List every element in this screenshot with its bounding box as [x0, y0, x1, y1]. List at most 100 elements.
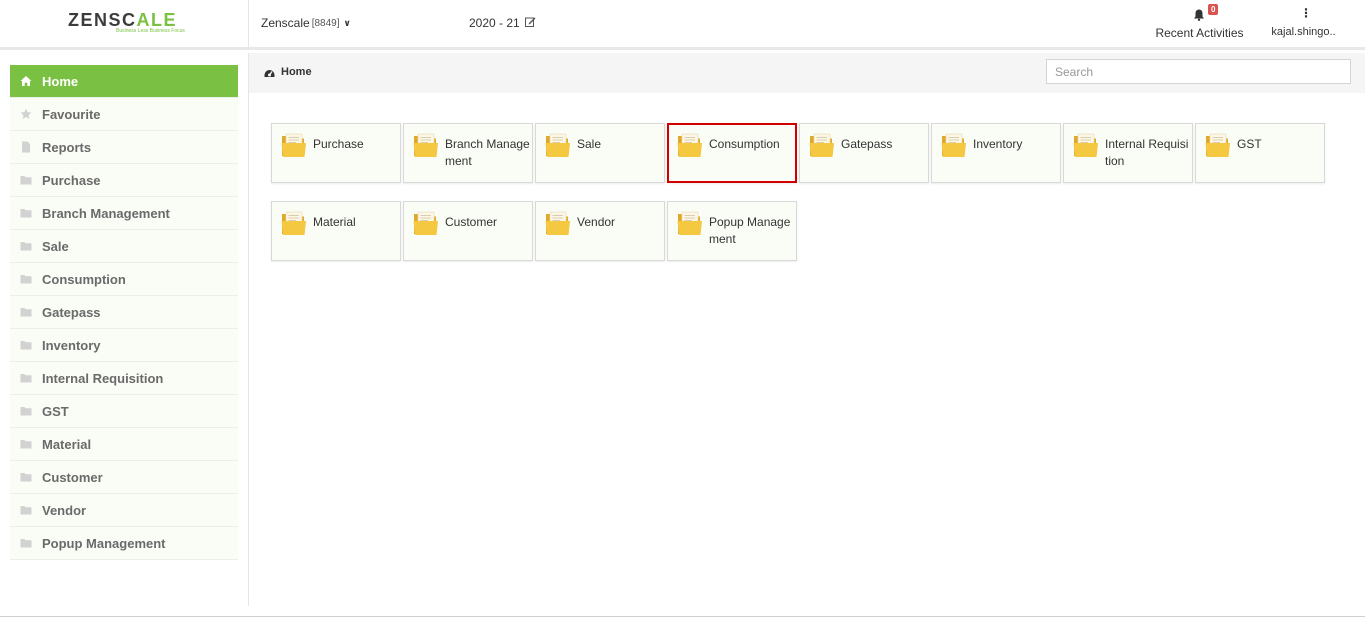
folder-icon — [20, 174, 32, 186]
breadcrumb-home: Home — [281, 66, 312, 78]
financial-year-label: 2020 - 21 — [469, 16, 520, 30]
sidebar-item-label: Gatepass — [42, 304, 101, 320]
tile-consumption[interactable]: Consumption — [667, 123, 797, 183]
tile-label: Branch Management — [445, 137, 530, 168]
sidebar-item-label: Vendor — [42, 502, 87, 518]
sidebar-item-vendor[interactable]: Vendor — [10, 494, 238, 527]
recent-activities-button[interactable]: 0 Recent Activities — [1152, 4, 1247, 44]
sidebar-item-gst[interactable]: GST — [10, 395, 238, 428]
chevron-down-icon: ∨ — [343, 17, 351, 28]
folder-icon — [20, 372, 32, 384]
bell-icon — [1194, 9, 1204, 21]
tile-internal-requisition[interactable]: Internal Requisition — [1063, 123, 1193, 183]
user-menu[interactable]: ⋮ kajal.shingo.. — [1266, 4, 1341, 44]
folder-icon — [941, 133, 967, 158]
tile-sale[interactable]: Sale — [535, 123, 665, 183]
tile-popup-management[interactable]: Popup Management — [667, 201, 797, 261]
tile-label: Vendor — [577, 215, 616, 229]
sidebar-item-reports[interactable]: Reports — [10, 131, 238, 164]
folder-icon — [20, 537, 32, 549]
home-icon — [20, 75, 32, 87]
logo-tagline: Business Less Business Focus — [116, 28, 185, 34]
sidebar-item-branch-management[interactable]: Branch Management — [10, 197, 238, 230]
sidebar-item-label: Branch Management — [42, 205, 170, 221]
sidebar-item-label: Internal Requisition — [42, 370, 164, 386]
sidebar-item-internal-requisition[interactable]: Internal Requisition — [10, 362, 238, 395]
folder-icon — [20, 207, 32, 219]
sidebar-item-label: Consumption — [42, 271, 126, 287]
edit-icon — [524, 16, 536, 30]
sidebar-item-label: Popup Management — [42, 535, 166, 551]
folder-icon — [20, 504, 32, 516]
sidebar-item-favourite[interactable]: Favourite — [10, 98, 238, 131]
folder-icon — [545, 133, 571, 158]
sidebar-menu: Home Favourite Reports Purchase Branch Manag… — [10, 65, 238, 560]
tile-label: Consumption — [709, 137, 780, 151]
tile-label: Customer — [445, 215, 498, 229]
sidebar-item-inventory[interactable]: Inventory — [10, 329, 238, 362]
search-input[interactable] — [1046, 59, 1351, 84]
tile-purchase[interactable]: Purchase — [271, 123, 401, 183]
tile-label: Sale — [577, 137, 602, 151]
top-header: ZENSCALE Business Less Business Focus Ze… — [0, 0, 1365, 50]
folder-icon — [809, 133, 835, 158]
company-selector[interactable]: Zenscale [8849] ∨ — [261, 16, 351, 30]
sidebar-item-label: GST — [42, 403, 69, 419]
folder-icon — [20, 405, 32, 417]
financial-year-selector[interactable]: 2020 - 21 — [469, 16, 536, 30]
sidebar: Home Favourite Reports Purchase Branch Manag… — [0, 53, 249, 606]
logo-text-prefix: ZENSC — [68, 10, 137, 30]
sidebar-item-purchase[interactable]: Purchase — [10, 164, 238, 197]
folder-icon — [20, 240, 32, 252]
tile-material[interactable]: Material — [271, 201, 401, 261]
folder-icon — [20, 273, 32, 285]
sidebar-item-label: Home — [42, 73, 79, 89]
more-vertical-icon: ⋮ — [1300, 6, 1312, 20]
folder-icon — [677, 133, 703, 158]
tile-label: Internal Requisition — [1105, 137, 1189, 168]
sidebar-item-customer[interactable]: Customer — [10, 461, 238, 494]
sidebar-item-sale[interactable]: Sale — [10, 230, 238, 263]
main-content: Home Purchase Branch Management Sale Consum… — [249, 53, 1365, 606]
sidebar-item-popup-management[interactable]: Popup Management — [10, 527, 238, 560]
folder-icon — [413, 133, 439, 158]
tile-customer[interactable]: Customer — [403, 201, 533, 261]
logo-text-suffix: LE — [151, 10, 178, 30]
star-icon — [20, 108, 32, 120]
notification-badge: 0 — [1208, 4, 1219, 15]
recent-activities-label: Recent Activities — [1155, 26, 1244, 40]
folder-icon — [20, 438, 32, 450]
username-label: kajal.shingo.. — [1271, 26, 1336, 38]
folder-icon — [1073, 133, 1099, 158]
sidebar-item-consumption[interactable]: Consumption — [10, 263, 238, 296]
sidebar-item-label: Customer — [42, 469, 103, 485]
tile-label: GST — [1237, 137, 1262, 151]
folder-icon — [281, 133, 307, 158]
logo-text-mid: A — [136, 10, 152, 30]
sidebar-item-label: Reports — [42, 139, 92, 155]
footer-divider — [0, 616, 1365, 617]
file-icon — [20, 141, 32, 153]
folder-icon — [413, 211, 439, 236]
tile-vendor[interactable]: Vendor — [535, 201, 665, 261]
company-code: [8849] — [311, 17, 340, 29]
sidebar-item-home[interactable]: Home — [10, 65, 238, 98]
tile-gatepass[interactable]: Gatepass — [799, 123, 929, 183]
folder-icon — [20, 471, 32, 483]
sidebar-item-gatepass[interactable]: Gatepass — [10, 296, 238, 329]
tile-label: Inventory — [973, 137, 1023, 151]
breadcrumb[interactable]: Home — [264, 66, 312, 78]
tile-label: Popup Management — [709, 215, 791, 246]
folder-icon — [20, 339, 32, 351]
tile-branch-management[interactable]: Branch Management — [403, 123, 533, 183]
breadcrumb-bar: Home — [249, 53, 1365, 93]
folder-icon — [677, 211, 703, 236]
logo-area: ZENSCALE Business Less Business Focus — [0, 0, 249, 50]
tile-gst[interactable]: GST — [1195, 123, 1325, 183]
tile-inventory[interactable]: Inventory — [931, 123, 1061, 183]
sidebar-item-material[interactable]: Material — [10, 428, 238, 461]
folder-icon — [1205, 133, 1231, 158]
company-name: Zenscale — [261, 16, 310, 30]
tile-label: Material — [313, 215, 356, 229]
tile-label: Gatepass — [841, 137, 893, 151]
